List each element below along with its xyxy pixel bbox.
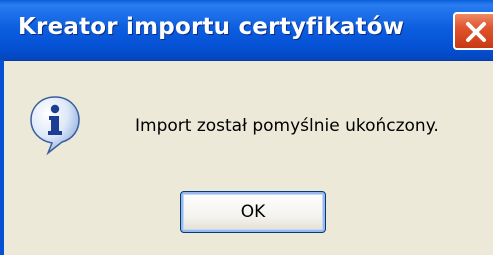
close-button[interactable] [453, 12, 493, 50]
info-icon [28, 94, 82, 156]
title-bar[interactable]: Kreator importu certyfikatów [0, 0, 493, 61]
window-title: Kreator importu certyfikatów [18, 14, 405, 40]
dialog-message: Import został pomyślnie ukończony. [135, 116, 439, 136]
close-icon [466, 22, 486, 42]
window-frame-left [0, 60, 4, 255]
dialog-window: Kreator importu certyfikatów Import zost… [0, 0, 493, 255]
ok-button[interactable]: OK [180, 191, 326, 233]
